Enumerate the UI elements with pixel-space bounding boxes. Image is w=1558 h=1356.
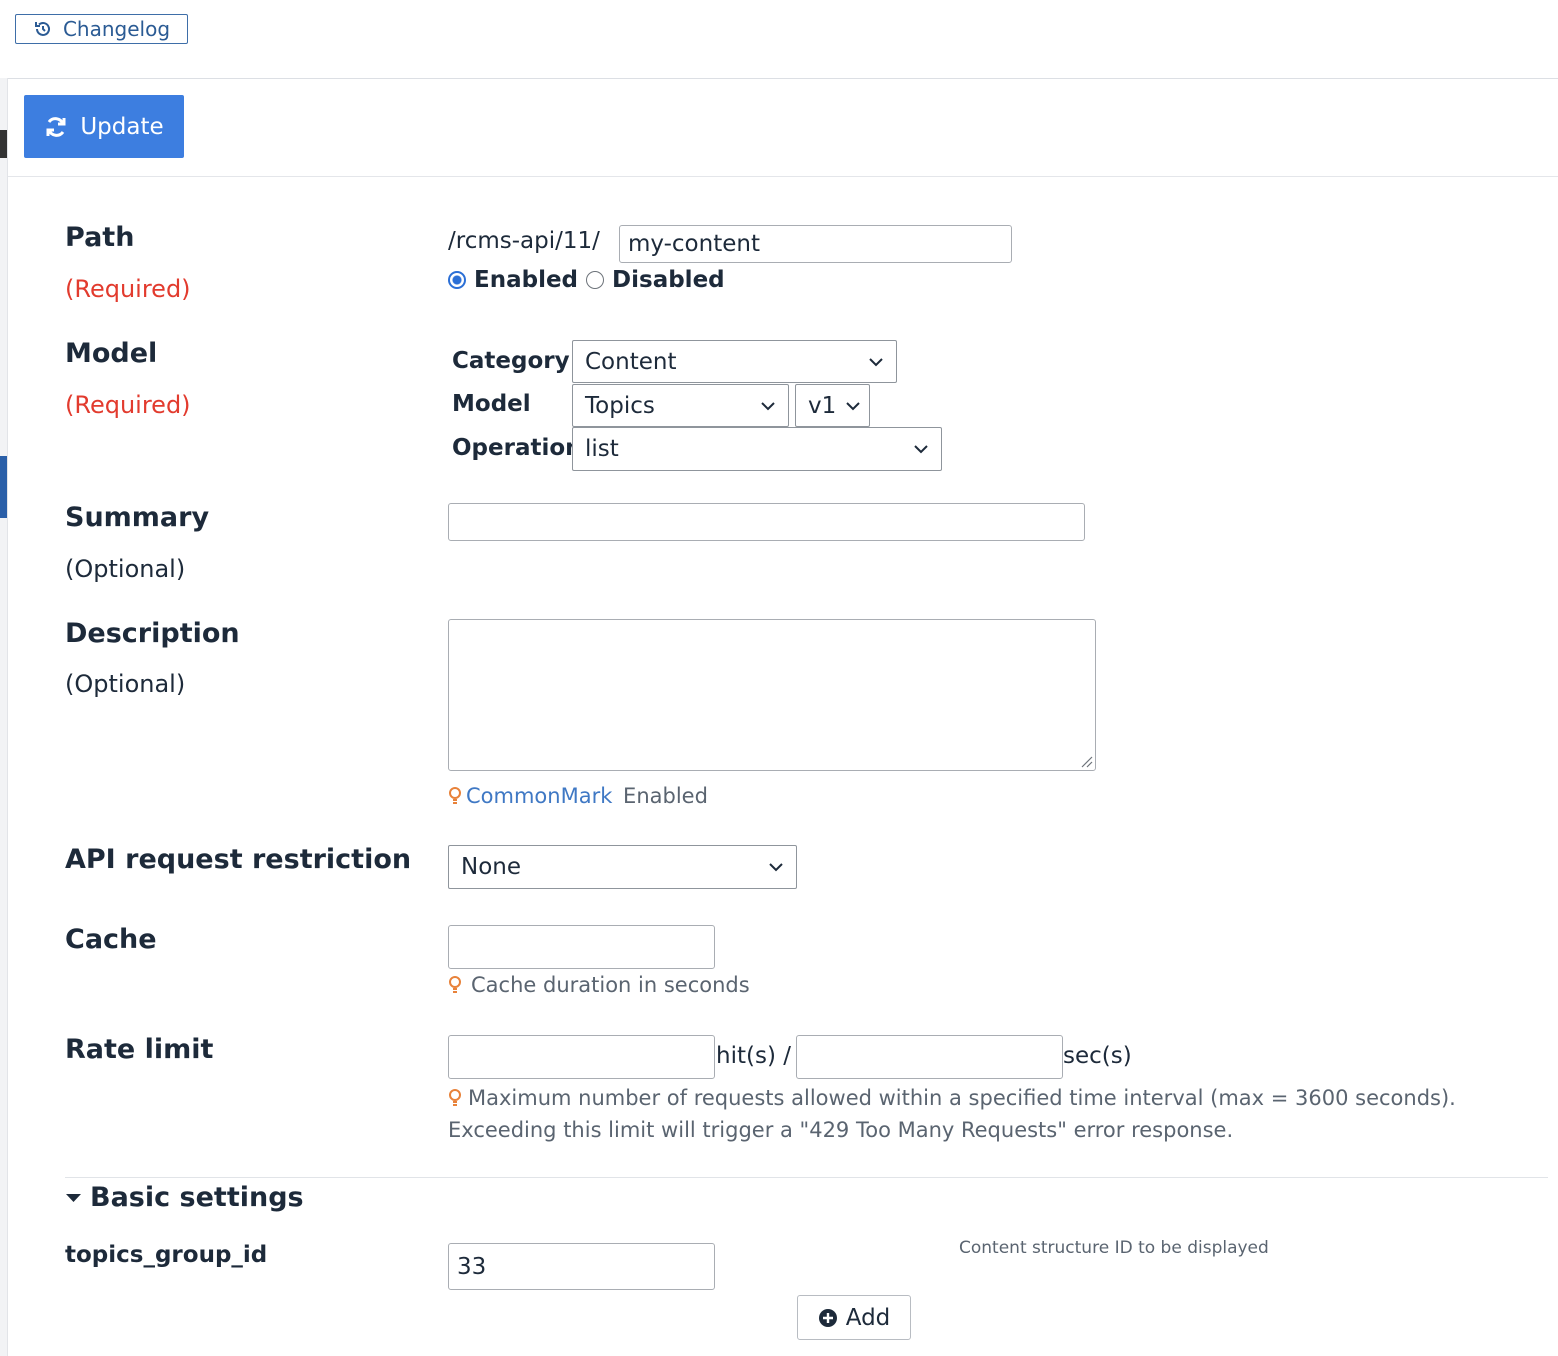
rate-limit-hint-text: Maximum number of requests allowed withi… — [448, 1086, 1456, 1142]
cache-hint-text: Cache duration in seconds — [471, 973, 750, 997]
left-sidebar-edge — [0, 78, 8, 1356]
commonmark-link[interactable]: CommonMark — [466, 784, 612, 808]
operation-value: list — [585, 436, 619, 462]
api-restriction-value: None — [461, 854, 522, 880]
summary-optional: (Optional) — [65, 555, 186, 583]
category-select[interactable]: Content — [572, 340, 897, 383]
sidebar-edge-mark — [0, 130, 7, 158]
version-value: v1 — [808, 392, 837, 419]
description-optional: (Optional) — [65, 670, 186, 698]
chevron-down-icon — [869, 357, 883, 366]
plus-circle-icon — [818, 1308, 837, 1327]
rate-limit-hits-unit: hit(s) / — [716, 1043, 791, 1069]
sidebar-edge-active — [0, 456, 7, 518]
add-button[interactable]: Add — [797, 1295, 911, 1340]
lightbulb-icon — [449, 976, 461, 993]
description-label: Description — [65, 618, 240, 649]
description-hint: CommonMark Enabled — [448, 784, 708, 808]
changelog-label: Changelog — [62, 17, 171, 41]
add-label: Add — [845, 1304, 891, 1331]
resize-handle-icon[interactable] — [1079, 754, 1093, 768]
disabled-label: Disabled — [612, 267, 725, 293]
chevron-down-icon — [846, 401, 860, 410]
refresh-icon — [46, 116, 66, 137]
basic-settings-title: Basic settings — [90, 1182, 304, 1213]
enabled-label: Enabled — [474, 267, 579, 293]
cache-label: Cache — [65, 924, 157, 955]
summary-label: Summary — [65, 502, 210, 533]
chevron-down-icon — [769, 863, 783, 872]
summary-input[interactable] — [448, 503, 1085, 541]
rate-limit-hits-input[interactable] — [448, 1035, 715, 1079]
chevron-down-icon — [914, 445, 928, 454]
toolbar — [8, 78, 1558, 177]
rate-limit-secs-unit: sec(s) — [1063, 1043, 1132, 1069]
history-icon — [34, 21, 50, 36]
disabled-radio[interactable] — [586, 271, 605, 289]
model-value: Topics — [585, 392, 655, 419]
enabled-radio[interactable] — [448, 271, 466, 289]
rate-limit-hint: Maximum number of requests allowed withi… — [448, 1082, 1528, 1146]
cache-hint: Cache duration in seconds — [448, 973, 750, 997]
lightbulb-icon — [449, 787, 461, 804]
update-button[interactable]: Update — [24, 95, 184, 158]
api-restriction-select[interactable]: None — [448, 845, 797, 889]
param-hint: Content structure ID to be displayed — [959, 1238, 1269, 1258]
operation-label: Operation — [452, 435, 582, 461]
commonmark-status: Enabled — [616, 784, 708, 808]
changelog-button[interactable]: Changelog — [15, 14, 188, 44]
path-label: Path — [65, 222, 135, 253]
category-label: Category — [452, 348, 570, 374]
model-label: Model — [65, 338, 158, 369]
path-status-radios: Enabled Disabled — [448, 267, 725, 293]
param-label: topics_group_id — [65, 1242, 268, 1268]
param-input[interactable]: 33 — [448, 1243, 715, 1290]
operation-select[interactable]: list — [572, 427, 942, 471]
basic-settings-toggle[interactable]: Basic settings — [65, 1182, 304, 1213]
version-select[interactable]: v1 — [795, 384, 870, 427]
section-divider — [65, 1177, 1548, 1178]
model-select[interactable]: Topics — [572, 384, 789, 427]
description-textarea[interactable] — [448, 619, 1096, 771]
rate-limit-secs-input[interactable] — [796, 1035, 1063, 1079]
path-prefix: /rcms-api/11/ — [448, 228, 600, 254]
path-input[interactable]: my-content — [619, 225, 1012, 263]
lightbulb-icon — [449, 1089, 461, 1106]
model-sub-label: Model — [452, 391, 531, 417]
cache-input[interactable] — [448, 925, 715, 969]
path-required: (Required) — [65, 275, 191, 303]
category-value: Content — [585, 348, 677, 375]
update-label: Update — [80, 113, 164, 140]
model-required: (Required) — [65, 391, 191, 419]
caret-down-icon — [66, 1193, 81, 1202]
api-restriction-label: API request restriction — [65, 844, 412, 875]
rate-limit-label: Rate limit — [65, 1034, 214, 1065]
chevron-down-icon — [761, 401, 775, 410]
